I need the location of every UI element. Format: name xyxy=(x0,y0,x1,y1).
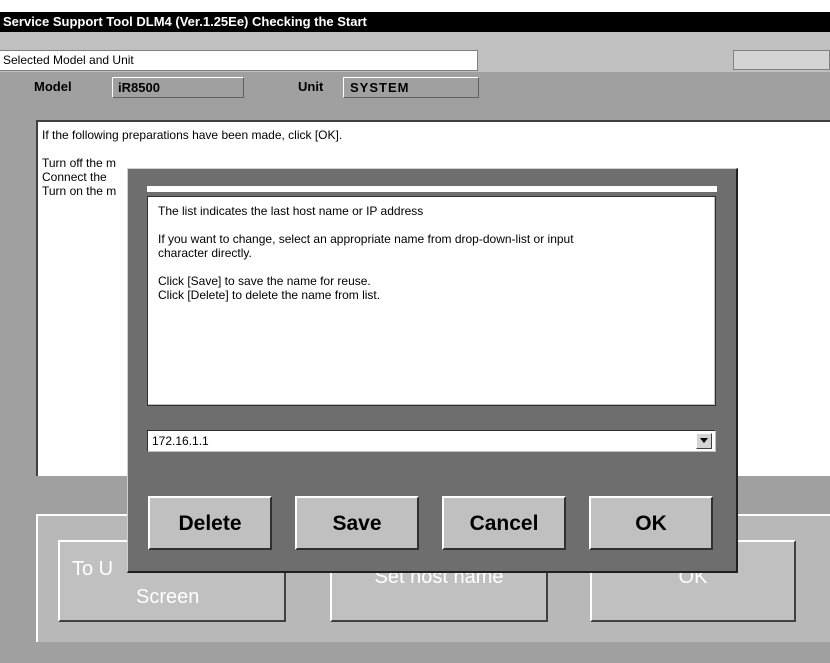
to-top-label-line2: Screen xyxy=(136,586,200,608)
info-line: Click [Delete] to delete the name from l… xyxy=(158,288,381,302)
host-name-combobox[interactable]: 172.16.1.1 xyxy=(147,430,716,452)
save-button[interactable]: Save xyxy=(295,496,419,550)
delete-button[interactable]: Delete xyxy=(148,496,272,550)
instruction-line: If the following preparations have been … xyxy=(42,128,343,142)
ok-button[interactable]: OK xyxy=(589,496,713,550)
status-box xyxy=(733,50,830,70)
instruction-line: Turn off the m xyxy=(42,156,117,170)
unit-label: Unit xyxy=(298,79,324,94)
to-top-label-line1: To U xyxy=(72,558,114,580)
selected-model-label: Selected Model and Unit xyxy=(0,50,478,71)
dialog-header-strip xyxy=(147,186,717,192)
host-name-value[interactable]: 172.16.1.1 xyxy=(152,434,209,448)
window-title: Service Support Tool DLM4 (Ver.1.25Ee) C… xyxy=(3,14,367,29)
info-line: Click [Save] to save the name for reuse. xyxy=(158,274,371,288)
unit-value: SYSTEM xyxy=(343,77,479,98)
cancel-button[interactable]: Cancel xyxy=(442,496,566,550)
chevron-down-icon[interactable] xyxy=(696,433,712,449)
model-value: iR8500 xyxy=(112,77,244,98)
model-label: Model xyxy=(34,79,72,94)
info-line: character directly. xyxy=(158,246,252,260)
instruction-line: Connect the xyxy=(42,170,107,184)
info-line: If you want to change, select an appropr… xyxy=(158,232,574,246)
instruction-line: Turn on the m xyxy=(42,184,117,198)
info-line: The list indicates the last host name or… xyxy=(158,204,424,218)
dialog-info-text: The list indicates the last host name or… xyxy=(147,196,716,406)
title-bar: Service Support Tool DLM4 (Ver.1.25Ee) C… xyxy=(0,12,830,32)
